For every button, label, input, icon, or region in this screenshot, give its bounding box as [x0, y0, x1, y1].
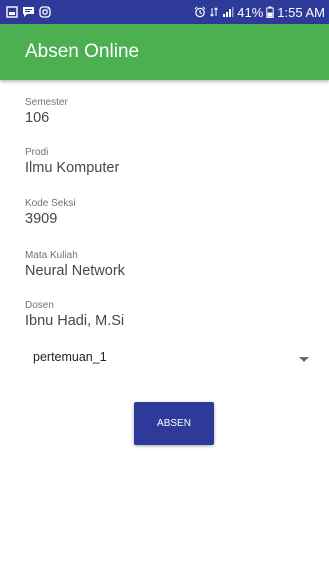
spinner-selected-value: pertemuan_1 [33, 350, 107, 364]
app-bar: Absen Online [0, 24, 329, 80]
app-title: Absen Online [25, 41, 140, 62]
gallery-icon [6, 6, 18, 18]
field-value: 106 [25, 110, 50, 126]
field-dosen: Dosen Ibnu Hadi, M.Si [25, 299, 124, 331]
alarm-icon [194, 6, 206, 18]
data-icon [209, 6, 219, 18]
field-label: Kode Seksi [25, 198, 76, 209]
status-bar: 41% 1:55 AM [0, 0, 329, 24]
status-right: 41% 1:55 AM [194, 5, 325, 20]
status-left [6, 6, 51, 18]
message-icon [22, 6, 35, 18]
field-semester: Semester 106 [25, 96, 68, 128]
field-label: Mata Kuliah [25, 250, 78, 261]
field-label: Dosen [25, 300, 54, 311]
field-value: Ibnu Hadi, M.Si [25, 313, 125, 329]
field-value: 3909 [25, 211, 58, 227]
field-prodi: Prodi Ilmu Komputer [25, 146, 119, 178]
instagram-icon [39, 6, 51, 18]
field-kode-seksi: Kode Seksi 3909 [25, 197, 76, 229]
field-label: Prodi [25, 147, 49, 158]
battery-percent: 41% [237, 4, 264, 20]
battery-icon [266, 6, 274, 18]
field-mata-kuliah: Mata Kuliah Neural Network [25, 249, 125, 281]
pertemuan-spinner[interactable]: pertemuan_1 [25, 345, 315, 369]
field-value: Ilmu Komputer [25, 160, 120, 176]
field-label: Semester [25, 97, 68, 108]
absen-button[interactable]: ABSEN [134, 402, 214, 445]
signal-icon [222, 6, 234, 18]
field-value: Neural Network [25, 263, 125, 279]
status-time: 1:55 AM [277, 4, 325, 20]
dropdown-arrow-icon [299, 348, 309, 367]
